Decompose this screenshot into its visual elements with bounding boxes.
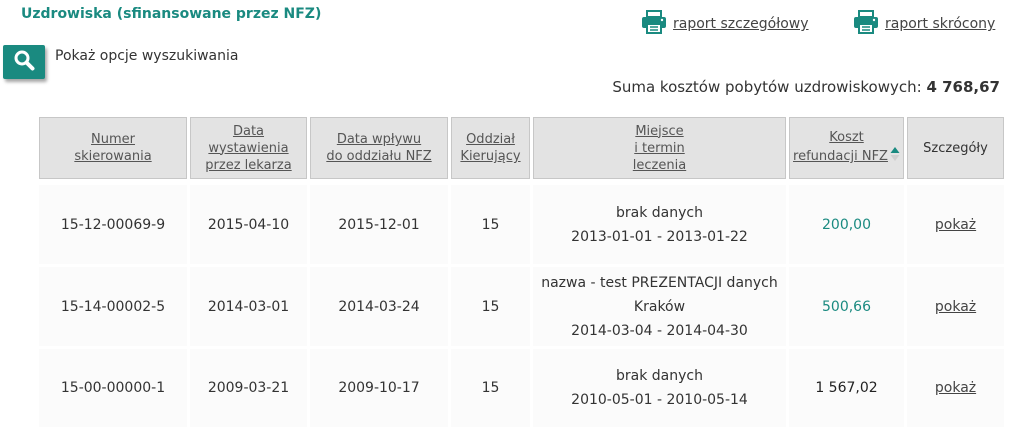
column-header-number[interactable]: Numer skierowania [39, 117, 187, 179]
spa-stays-table: Numer skierowania Data wystawienia przez le… [36, 114, 1007, 430]
search-options-toggle[interactable]: Pokaż opcje wyszukiwania [55, 48, 238, 64]
details-cell: pokaż [907, 267, 1004, 346]
search-button[interactable] [3, 45, 45, 79]
sort-ascending-icon [890, 146, 900, 167]
refund-cost: 200,00 [789, 185, 904, 264]
table-row: 15-00-00000-1 2009-03-21 2009-10-17 15 b… [39, 349, 1004, 427]
report-detailed-link[interactable]: raport szczegółowy [641, 10, 809, 38]
issue-date: 2014-03-01 [190, 267, 307, 346]
printer-icon [641, 10, 667, 38]
search-icon [13, 49, 35, 75]
column-header-details: Szczegóły [907, 117, 1004, 179]
issue-date: 2009-03-21 [190, 349, 307, 427]
branch: 15 [451, 185, 530, 264]
table-header-row: Numer skierowania Data wystawienia przez le… [39, 117, 1004, 179]
receipt-date: 2009-10-17 [310, 349, 448, 427]
printer-icon [853, 10, 879, 38]
page-title: Uzdrowiska (sfinansowane przez NFZ) [21, 6, 322, 22]
referral-number: 15-12-00069-9 [39, 185, 187, 264]
column-header-refund-cost[interactable]: Koszt refundacji NFZ [789, 117, 904, 179]
cost-summary: Suma kosztów pobytów uzdrowiskowych: 4 7… [612, 78, 1000, 96]
issue-date: 2015-04-10 [190, 185, 307, 264]
receipt-date: 2015-12-01 [310, 185, 448, 264]
place-and-term: brak danych 2010-05-01 - 2010-05-14 [533, 349, 786, 427]
show-details-link[interactable]: pokaż [935, 217, 976, 233]
report-detailed-label: raport szczegółowy [673, 16, 809, 32]
place-and-term: nazwa - test PREZENTACJI danych Kraków 2… [533, 267, 786, 346]
column-header-issue-date[interactable]: Data wystawienia przez lekarza [190, 117, 307, 179]
cost-summary-label: Suma kosztów pobytów uzdrowiskowych: [612, 78, 922, 96]
place-and-term: brak danych 2013-01-01 - 2013-01-22 [533, 185, 786, 264]
column-header-receipt-date[interactable]: Data wpływu do oddziału NFZ [310, 117, 448, 179]
refund-cost: 500,66 [789, 267, 904, 346]
report-short-link[interactable]: raport skrócony [853, 10, 995, 38]
show-details-link[interactable]: pokaż [935, 380, 976, 396]
referral-number: 15-00-00000-1 [39, 349, 187, 427]
table-row: 15-12-00069-9 2015-04-10 2015-12-01 15 b… [39, 185, 1004, 264]
details-cell: pokaż [907, 349, 1004, 427]
cost-summary-value: 4 768,67 [926, 78, 1000, 96]
report-short-label: raport skrócony [885, 16, 996, 32]
receipt-date: 2014-03-24 [310, 267, 448, 346]
refund-cost: 1 567,02 [789, 349, 904, 427]
column-header-place-and-term[interactable]: Miejsce i termin leczenia [533, 117, 786, 179]
referral-number: 15-14-00002-5 [39, 267, 187, 346]
column-header-branch[interactable]: Oddział Kierujący [451, 117, 530, 179]
show-details-link[interactable]: pokaż [935, 299, 976, 315]
table-row: 15-14-00002-5 2014-03-01 2014-03-24 15 n… [39, 267, 1004, 346]
branch: 15 [451, 267, 530, 346]
branch: 15 [451, 349, 530, 427]
details-cell: pokaż [907, 185, 1004, 264]
